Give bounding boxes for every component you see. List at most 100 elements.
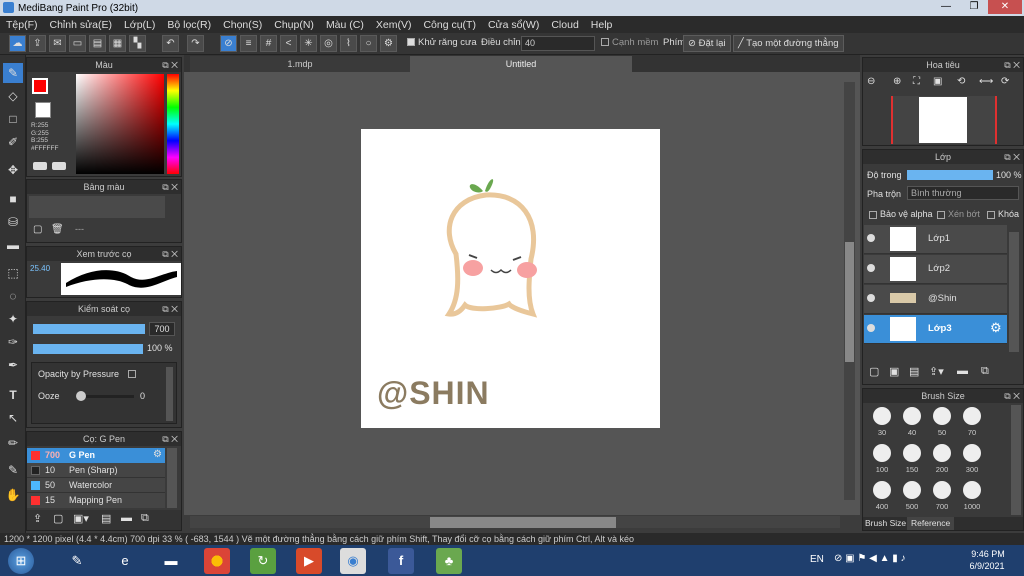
panel-controls-icon[interactable]: ⧉ ✕ [162, 247, 178, 261]
paint-app-icon[interactable]: ✎ [64, 548, 90, 574]
tab-untitled[interactable]: Untitled [410, 56, 632, 72]
dot-tool-icon[interactable]: □ [3, 109, 23, 129]
secondary-color-swatch[interactable] [35, 102, 51, 118]
vertical-scroll-thumb[interactable] [845, 242, 854, 362]
brush-size-slider[interactable] [33, 324, 145, 334]
concentric-snap-icon[interactable]: ◎ [320, 35, 337, 52]
language-indicator[interactable]: EN [810, 554, 824, 565]
protect-alpha-checkbox[interactable]: Bảo vệ alpha [869, 209, 933, 219]
undo-icon[interactable]: ↶ [162, 35, 179, 52]
layer-opacity-slider[interactable] [907, 170, 993, 180]
brush-item[interactable]: 15 Mapping Pen [27, 493, 165, 508]
brush-size-dot[interactable] [873, 481, 891, 499]
restore-button[interactable]: ❐ [962, 0, 986, 14]
brush-tool-icon[interactable]: ✎ [3, 63, 23, 83]
panel-controls-icon[interactable]: ⧉ ✕ [1004, 58, 1020, 72]
blend-mode-select[interactable]: Bình thường [907, 186, 1019, 200]
menu-help[interactable]: Help [585, 19, 619, 31]
brush-opacity-slider[interactable] [33, 344, 143, 354]
radial-snap-icon[interactable]: ✳ [300, 35, 317, 52]
brush-size-dot[interactable] [903, 407, 921, 425]
layer-list-scrollbar[interactable] [1009, 232, 1019, 352]
chrome-icon[interactable] [204, 548, 230, 574]
menu-select[interactable]: Chọn(S) [217, 19, 268, 31]
layer-row[interactable]: Lớp1 [864, 225, 1007, 254]
brush-settings-icon[interactable]: ⚙ [153, 449, 162, 460]
actual-size-icon[interactable]: ▣ [933, 76, 942, 87]
brush-folder-icon[interactable]: ▬ [121, 512, 132, 524]
antialias-checkbox[interactable]: Khử răng cưa [407, 37, 477, 48]
blur-tool-icon[interactable]: ✐ [3, 132, 23, 152]
cloud-icon[interactable]: ☁ [9, 35, 26, 52]
layer-settings-icon[interactable]: ⚙ [990, 320, 1002, 336]
menu-edit[interactable]: Chỉnh sửa(E) [44, 19, 118, 31]
fill-rect-icon[interactable]: ■ [3, 189, 23, 209]
tab-1mdp[interactable]: 1.mdp [190, 56, 410, 72]
ooze-slider-handle[interactable] [76, 391, 86, 401]
new-brush-icon[interactable]: ▢ [53, 512, 63, 525]
menu-filter[interactable]: Bộ lọc(R) [161, 19, 217, 31]
snap-off-icon[interactable]: ⊘ [220, 35, 237, 52]
app-icon-green[interactable]: ↻ [250, 548, 276, 574]
rotate-left-icon[interactable]: ⟲ [957, 76, 965, 87]
straight-line-button[interactable]: ╱ Tạo một đường thẳng [733, 35, 844, 52]
menu-cloud[interactable]: Cloud [545, 19, 584, 31]
facebook-icon[interactable]: f [388, 548, 414, 574]
magic-wand-icon[interactable]: ✦ [3, 309, 23, 329]
panels-icon[interactable]: ▚ [129, 35, 146, 52]
panel-controls-icon[interactable]: ⧉ ✕ [1004, 150, 1020, 164]
vertical-scrollbar[interactable] [844, 82, 855, 500]
brush-delete-icon[interactable]: ⧉ [141, 512, 149, 525]
operation-tool-icon[interactable]: ↖ [3, 408, 23, 428]
curve-snap-icon[interactable]: ⌇ [340, 35, 357, 52]
zoom-in-icon[interactable]: ⊕ [893, 76, 901, 87]
parallel-snap-icon[interactable]: ≡ [240, 35, 257, 52]
panel-controls-icon[interactable]: ⧉ ✕ [1004, 389, 1020, 403]
eye-icon[interactable] [867, 264, 875, 272]
tab-reference[interactable]: Reference [907, 517, 955, 530]
brush-size-value[interactable]: 700 [149, 322, 175, 336]
horizontal-scroll-thumb[interactable] [430, 517, 616, 528]
new-layer-1bit-icon[interactable]: ▤ [909, 365, 919, 378]
menu-file[interactable]: Tệp(F) [0, 19, 44, 31]
start-icon[interactable]: ⊞ [8, 548, 34, 574]
explorer-icon[interactable]: ▬ [158, 548, 184, 574]
eyedropper-tool-icon[interactable]: ✎ [3, 460, 23, 480]
brush-menu-icon[interactable]: ▣▾ [73, 512, 89, 525]
zoom-out-icon[interactable]: ⊖ [867, 76, 875, 87]
vanishing-snap-icon[interactable]: < [280, 35, 297, 52]
layer-row-selected[interactable]: Lớp3 ⚙ [864, 315, 1007, 344]
brush-size-dot[interactable] [963, 444, 981, 462]
opacity-pressure-checkbox[interactable] [128, 370, 136, 378]
brush-list-scrollbar[interactable] [167, 448, 177, 508]
brush-item[interactable]: 700 G Pen ⚙ [27, 448, 165, 463]
document-icon[interactable]: ▤ [89, 35, 106, 52]
new-layer-8bit-icon[interactable]: ▣ [889, 365, 899, 378]
select-pen-icon[interactable]: ✑ [3, 332, 23, 352]
canvas-workspace[interactable]: @SHIN [184, 72, 860, 528]
game-icon[interactable]: ♣ [436, 548, 462, 574]
brush-copy-icon[interactable]: ▤ [101, 512, 111, 525]
menu-window[interactable]: Cửa sổ(W) [482, 19, 545, 31]
color-mode-button[interactable] [33, 162, 47, 170]
drawing-canvas[interactable]: @SHIN [361, 129, 660, 428]
fit-icon[interactable]: ⛶ [913, 76, 920, 87]
hue-slider[interactable] [167, 74, 179, 174]
brush-size-dot[interactable] [933, 444, 951, 462]
menu-tools[interactable]: Công cụ(T) [417, 19, 482, 31]
rotate-right-icon[interactable]: ⟳ [1001, 76, 1009, 87]
clipping-checkbox[interactable]: Xén bớt [937, 209, 980, 219]
settings-snap-icon[interactable]: ⚙ [380, 35, 397, 52]
menu-color[interactable]: Màu (C) [320, 19, 370, 31]
close-button[interactable]: ✕ [988, 0, 1022, 14]
text-tool-icon[interactable]: T [3, 385, 23, 405]
select-tool-icon[interactable]: ⬚ [3, 263, 23, 283]
layer-row[interactable]: Lớp2 [864, 255, 1007, 284]
text-icon[interactable]: ▭ [69, 35, 86, 52]
eye-icon[interactable] [867, 294, 875, 302]
tab-brush-size[interactable]: Brush Size [865, 518, 906, 528]
brush-size-dot[interactable] [873, 407, 891, 425]
select-eraser-icon[interactable]: ✒ [3, 355, 23, 375]
brush-size-dot[interactable] [963, 407, 981, 425]
layer-row[interactable]: @Shin [864, 285, 1007, 314]
